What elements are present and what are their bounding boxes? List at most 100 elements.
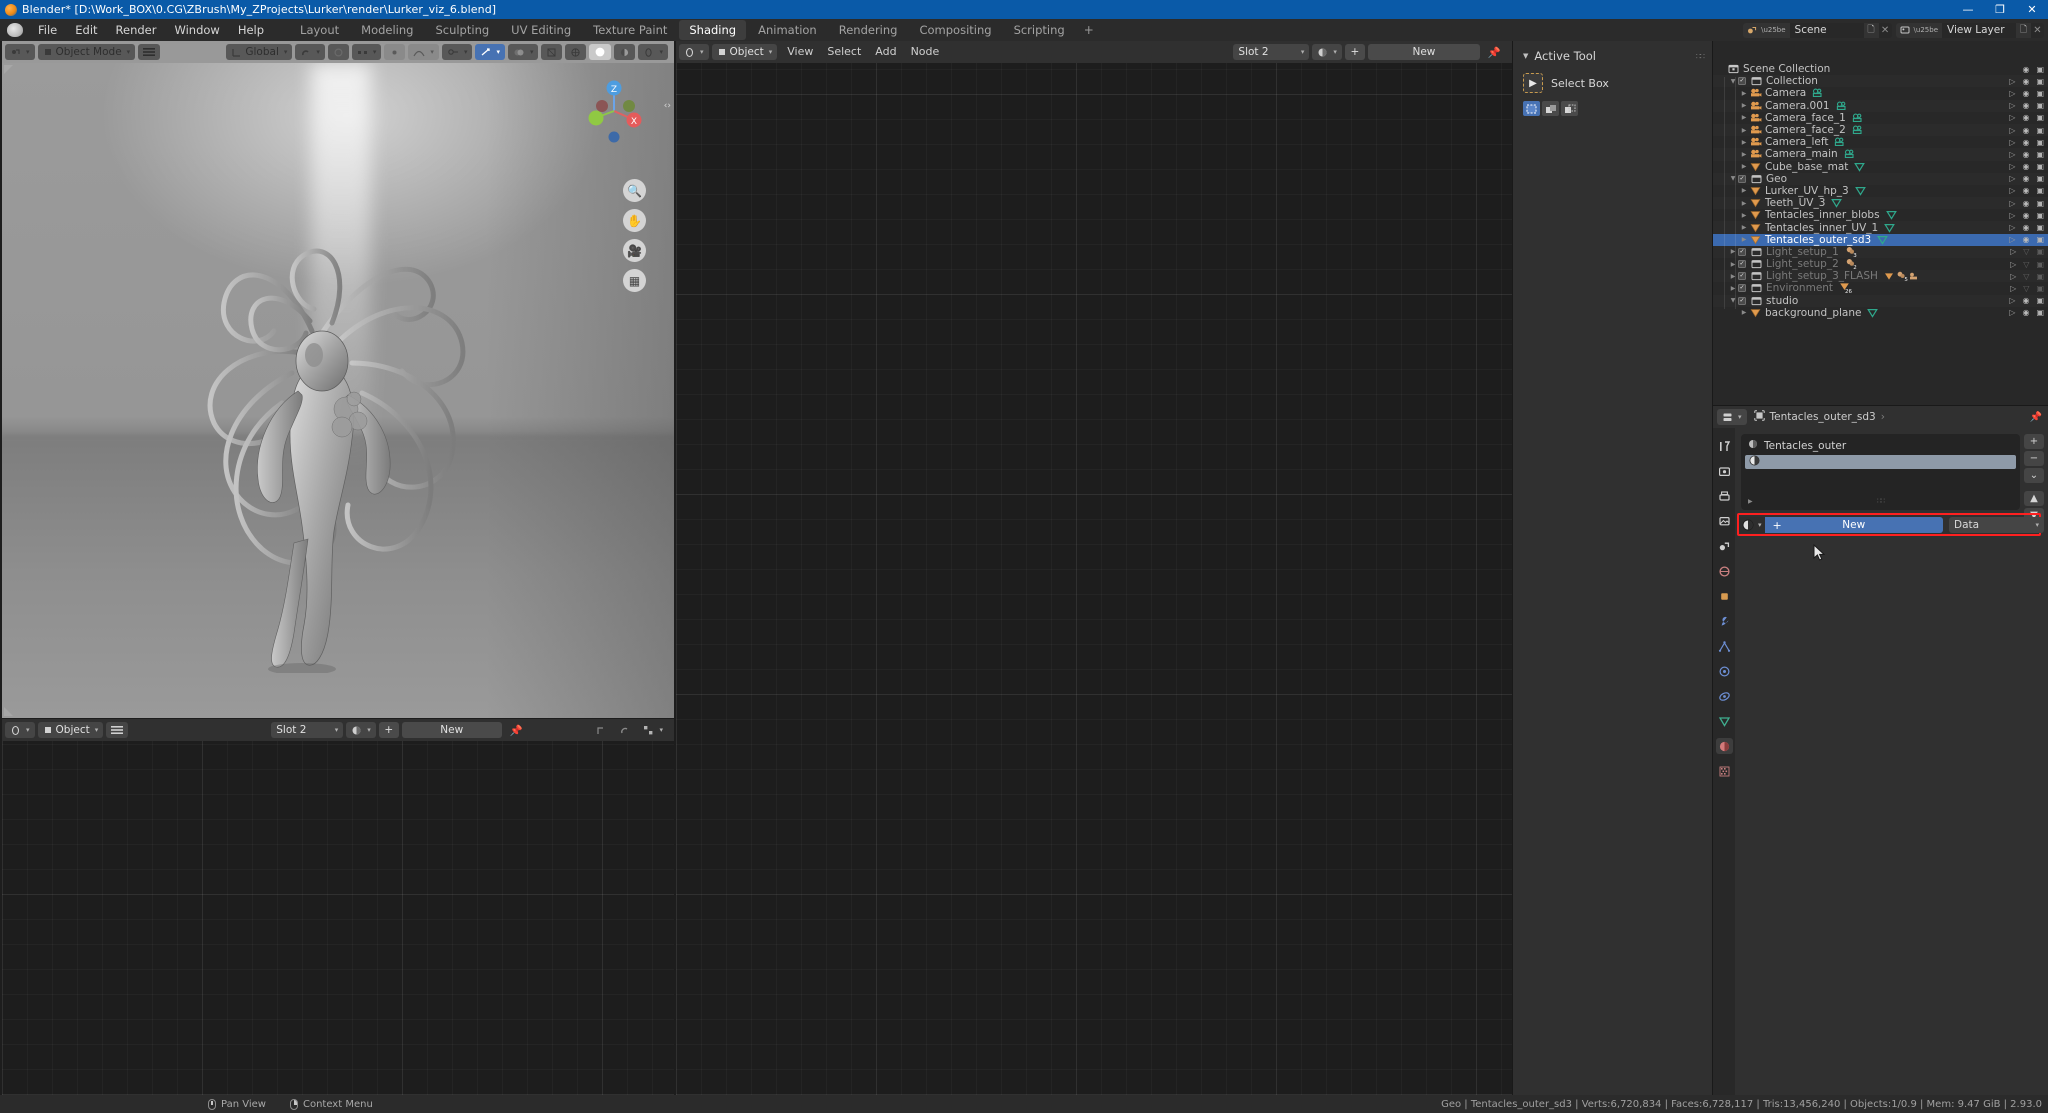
breadcrumb-object-name[interactable]: Tentacles_outer_sd3	[1770, 411, 1876, 423]
workspace-tab-modeling[interactable]: Modeling	[351, 20, 423, 40]
outliner-row-environment[interactable]: ▶ ✓ Environment 26 ▷ ▽ ▣	[1713, 282, 2048, 295]
disable-in-renders-icon[interactable]: ▣	[2036, 284, 2044, 293]
hide-in-viewport-icon[interactable]: ◉	[2022, 150, 2029, 159]
properties-world-tab[interactable]	[1716, 563, 1733, 579]
shading-preview-icon[interactable]: ▾	[638, 44, 668, 60]
camera-data-icon[interactable]	[1834, 137, 1846, 147]
collapsed-menus-icon[interactable]	[138, 44, 161, 60]
maximize-button[interactable]: ❐	[1984, 0, 2016, 19]
hide-in-viewport-icon[interactable]: ◉	[2022, 138, 2029, 147]
disable-in-renders-icon[interactable]: ▣	[2036, 199, 2044, 208]
xray-toggle-icon[interactable]: ▾	[507, 44, 539, 60]
disable-in-renders-icon[interactable]: ▣	[2036, 211, 2044, 220]
camera-data-icon[interactable]	[1844, 149, 1856, 159]
scene-unlink-icon[interactable]: ✕	[1879, 23, 1892, 38]
hide-in-viewport-icon[interactable]: ◉	[2022, 235, 2029, 244]
hide-in-viewport-icon[interactable]: ◉	[2022, 162, 2029, 171]
disclosure-triangle-icon[interactable]: ▶	[1739, 224, 1749, 231]
material-slot-row-active[interactable]	[1745, 455, 2016, 469]
outliner-row-teeth-uv-3[interactable]: ▶ Teeth_UV_3 ▷ ◉ ▣	[1713, 197, 2048, 209]
mesh-data-icon[interactable]	[1884, 223, 1896, 233]
mesh-data-icon[interactable]	[1854, 186, 1866, 196]
properties-output-tab[interactable]	[1716, 488, 1733, 504]
material-specials-menu-button[interactable]: ⌄	[2024, 468, 2044, 483]
camera-view-icon[interactable]: 🎥	[623, 239, 646, 262]
hide-in-viewport-icon[interactable]: ◉	[2022, 186, 2029, 195]
properties-render-tab[interactable]	[1716, 463, 1733, 479]
mesh-data-icon[interactable]	[1854, 162, 1866, 172]
view-layer-duplicate-icon[interactable]: 🗋	[2016, 22, 2031, 38]
shading-solid-icon[interactable]	[565, 44, 587, 60]
outliner-row-light-setup-3-flash[interactable]: ▶ ✓ Light_setup_3_FLASH 5 ▷ ▽ ▣	[1713, 270, 2048, 283]
proportional-edit-toggle[interactable]	[327, 44, 349, 60]
material-list-expand-icon[interactable]: ▶	[1748, 498, 1753, 505]
view-layer-selector[interactable]: \u25be View Layer 🗋 ✕	[1895, 22, 2044, 38]
editor-type-3dview-icon[interactable]: ▾	[5, 44, 35, 60]
shading-rendered-icon[interactable]	[614, 44, 636, 60]
shader-menu-view[interactable]: View	[780, 44, 820, 60]
outliner-row-light-setup-2[interactable]: ▶ ✓ Light_setup_2 2 ▷ ▽ ▣	[1713, 258, 2048, 271]
select-set-icon[interactable]	[1523, 101, 1540, 116]
hide-in-viewport-icon[interactable]: ◉	[2022, 308, 2029, 317]
workspace-tab-texture-paint[interactable]: Texture Paint	[583, 20, 677, 40]
hide-in-viewport-icon[interactable]: ◉	[2022, 101, 2029, 110]
hide-in-viewport-icon[interactable]: ◉	[2022, 77, 2029, 86]
pin-icon[interactable]: 📌	[1483, 44, 1506, 60]
scene-name[interactable]: Scene	[1789, 22, 1864, 38]
selectable-cursor-icon[interactable]: ▷	[2009, 150, 2015, 159]
disable-in-renders-icon[interactable]: ▣	[2036, 126, 2044, 135]
viewport-3d[interactable]: Z X 🔍 ✋ 🎥 ▦ ‹›	[2, 63, 674, 718]
select-subtract-icon[interactable]	[1561, 101, 1578, 116]
disable-in-renders-icon[interactable]: ▣	[2036, 260, 2044, 269]
shader-menu-select[interactable]: Select	[820, 44, 868, 60]
hide-in-viewport-icon[interactable]: ▽	[2023, 272, 2029, 281]
hide-in-viewport-icon[interactable]: ◉	[2022, 65, 2029, 74]
gizmo-icon[interactable]: ▾	[441, 44, 473, 60]
outliner-row-camera-face-1[interactable]: ▶ Camera_face_1 ▷ ◉ ▣	[1713, 112, 2048, 124]
selectable-cursor-icon[interactable]: ▷	[2009, 223, 2015, 232]
properties-pin-icon[interactable]: 📌	[2030, 412, 2042, 423]
mesh-data-icon[interactable]	[1831, 198, 1843, 208]
disclosure-triangle-icon[interactable]: ▶	[1728, 248, 1738, 255]
hand-pan-icon[interactable]: ✋	[623, 209, 646, 232]
workspace-tab-rendering[interactable]: Rendering	[829, 20, 908, 40]
disable-in-renders-icon[interactable]: ▣	[2036, 65, 2044, 74]
disclosure-triangle-icon[interactable]: ▶	[1739, 90, 1749, 97]
camera-data-icon[interactable]	[1852, 113, 1864, 123]
remove-material-slot-button[interactable]: −	[2024, 451, 2044, 466]
shading-material-icon[interactable]	[589, 44, 612, 60]
material-slot-dropdown[interactable]: Slot 2 ▾	[1233, 44, 1310, 60]
disable-in-renders-icon[interactable]: ▣	[2036, 296, 2044, 305]
move-slot-up-button[interactable]: ▲	[2024, 491, 2044, 506]
light-badge-icon[interactable]: 2	[1845, 258, 1857, 271]
blender-menu-logo-icon[interactable]	[7, 23, 23, 37]
mesh-data-icon[interactable]	[1885, 210, 1897, 221]
disclosure-triangle-icon[interactable]: ▶	[1739, 139, 1749, 146]
disable-in-renders-icon[interactable]: ▣	[2036, 89, 2044, 98]
menu-file[interactable]: File	[29, 20, 66, 40]
orthographic-toggle-icon[interactable]: ▦	[623, 269, 646, 292]
active-tool-row[interactable]: ▶ Select Box	[1513, 69, 1712, 97]
outliner-row-light-setup-1[interactable]: ▶ ✓ Light_setup_1 3 ▷ ▽ ▣	[1713, 246, 2048, 259]
workspace-tab-scripting[interactable]: Scripting	[1004, 20, 1075, 40]
outliner-row-checkbox[interactable]: ✓	[1738, 260, 1746, 269]
properties-physics-tab[interactable]	[1716, 663, 1733, 679]
camera-data-icon[interactable]	[1812, 88, 1824, 98]
outliner-row-checkbox[interactable]: ✓	[1738, 174, 1746, 183]
outliner-row-camera-left[interactable]: ▶ Camera_left ▷ ◉ ▣	[1713, 136, 2048, 148]
disable-in-renders-icon[interactable]: ▣	[2036, 174, 2044, 183]
outliner-row-collection[interactable]: ▼ ✓ Collection ▷ ◉ ▣	[1713, 75, 2048, 87]
hide-in-viewport-icon[interactable]: ◉	[2022, 199, 2029, 208]
collapsed-menus-icon[interactable]	[106, 722, 129, 738]
properties-scene-tab[interactable]	[1716, 538, 1733, 554]
minimize-button[interactable]: —	[1952, 0, 1984, 19]
disable-in-renders-icon[interactable]: ▣	[2036, 308, 2044, 317]
light-badge-icon[interactable]: 3	[1845, 246, 1857, 259]
material-browse-icon[interactable]: ▾	[1312, 44, 1342, 60]
shader-menu-add[interactable]: Add	[868, 44, 903, 60]
outliner-row-checkbox[interactable]: ✓	[1738, 272, 1746, 281]
disclosure-triangle-icon[interactable]: ▶	[1739, 236, 1749, 243]
workspace-tab-compositing[interactable]: Compositing	[909, 20, 1001, 40]
outliner-row-geo[interactable]: ▼ ✓ Geo ▷ ◉ ▣	[1713, 173, 2048, 185]
material-list-resize-grip[interactable]: ∷∷	[1877, 497, 1885, 505]
